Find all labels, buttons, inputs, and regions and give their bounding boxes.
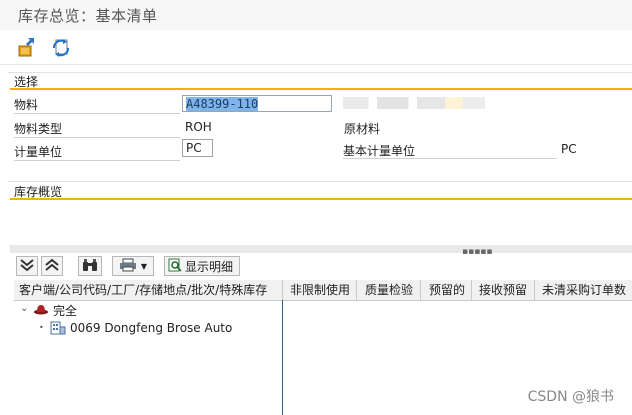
collapse-all-icon xyxy=(44,258,60,275)
column-separator xyxy=(471,280,472,300)
collapse-all-button[interactable] xyxy=(41,256,63,276)
unit-label: 计量单位 xyxy=(14,145,63,159)
column-header-open-po-qty[interactable]: 未清采购订单数 xyxy=(542,280,626,300)
column-separator xyxy=(420,280,421,300)
dropdown-arrow-icon: ▼ xyxy=(140,261,148,271)
tree-collapse-toggle-icon[interactable]: ⌄ xyxy=(20,303,28,314)
material-label-underline xyxy=(14,113,180,114)
column-header-quality-inspection[interactable]: 质量检验 xyxy=(365,280,413,300)
material-description-redacted xyxy=(343,97,485,109)
selection-section-border xyxy=(8,72,632,74)
material-input-value: A48399-110 xyxy=(186,97,259,111)
tree-leaf-bullet-icon: • xyxy=(39,323,44,332)
application-toolbar xyxy=(0,30,632,65)
transfer-icon[interactable] xyxy=(16,36,38,58)
show-details-button[interactable]: 显示明细 xyxy=(164,256,240,276)
watermark-text: CSDN @狼书 xyxy=(527,389,614,405)
material-type-value: ROH xyxy=(185,120,212,134)
column-header-receipt-reservation[interactable]: 接收预留 xyxy=(479,280,527,300)
print-menu-button[interactable]: ▼ xyxy=(112,256,154,276)
pane-splitter[interactable] xyxy=(10,245,632,253)
material-input[interactable]: A48399-110 xyxy=(182,95,332,112)
column-header-hierarchy[interactable]: 客户端/公司代码/工厂/存储地点/批次/特殊库存 xyxy=(19,280,267,300)
overview-section-rule xyxy=(10,198,632,200)
material-type-underline xyxy=(14,137,180,138)
column-header-reserved[interactable]: 预留的 xyxy=(429,280,465,300)
refresh-icon[interactable] xyxy=(50,36,72,58)
expand-all-icon xyxy=(19,258,35,275)
tree-node-company-code[interactable]: 0069 Dongfeng Brose Auto xyxy=(70,321,232,335)
overview-section-border xyxy=(8,181,632,183)
column-separator xyxy=(534,280,535,300)
material-label: 物料 xyxy=(14,98,39,112)
company-code-icon xyxy=(50,321,66,338)
stock-hat-icon xyxy=(33,302,49,319)
base-unit-value: PC xyxy=(561,142,577,156)
tree-column-divider xyxy=(282,300,283,415)
page-title: 库存总览：基本清单 xyxy=(18,7,158,25)
tree-node-all[interactable]: 完全 xyxy=(53,302,77,319)
expand-all-button[interactable] xyxy=(16,256,38,276)
selection-section-rule xyxy=(10,88,632,90)
binoculars-icon xyxy=(81,258,99,275)
material-type-label: 物料类型 xyxy=(14,122,63,136)
splitter-grip-icon[interactable]: ▪▪▪▪▪ xyxy=(462,247,493,257)
base-unit-underline xyxy=(343,158,557,159)
base-unit-label: 基本计量单位 xyxy=(343,144,416,158)
material-type-description: 原材料 xyxy=(344,122,381,136)
column-separator xyxy=(356,280,357,300)
unit-label-underline xyxy=(14,160,180,161)
show-details-label: 显示明细 xyxy=(185,259,234,274)
column-header-unrestricted[interactable]: 非限制使用 xyxy=(290,280,350,300)
find-button[interactable] xyxy=(78,256,102,276)
details-icon xyxy=(168,258,182,275)
printer-icon xyxy=(119,258,137,275)
unit-field[interactable]: PC xyxy=(182,139,213,157)
column-separator xyxy=(282,280,283,300)
